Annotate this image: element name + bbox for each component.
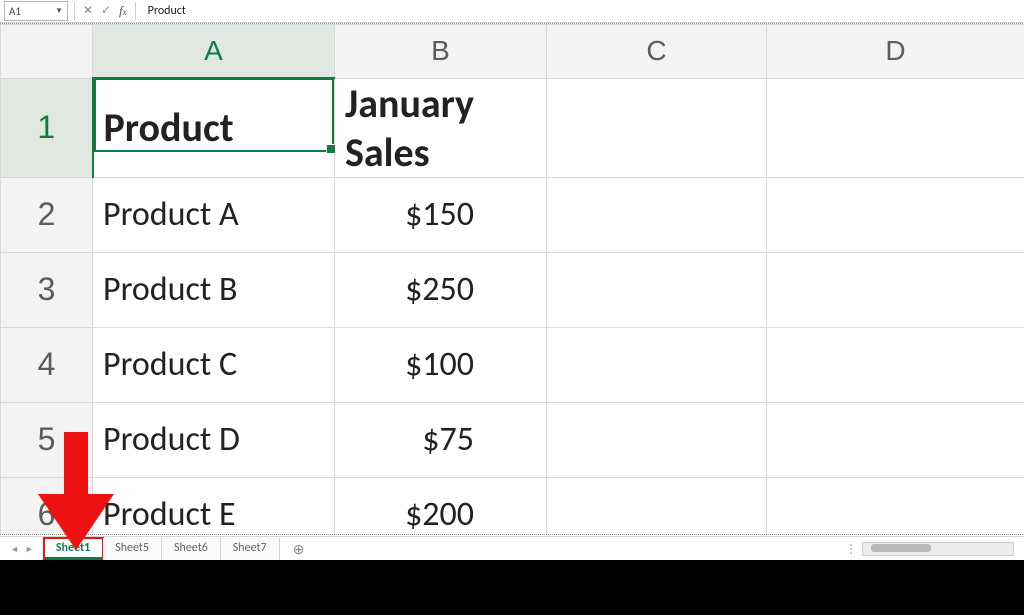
row-header-1[interactable]: 1 bbox=[1, 78, 93, 177]
row-header-4[interactable]: 4 bbox=[1, 327, 93, 402]
separator bbox=[135, 2, 136, 20]
cell-A6[interactable]: Product E bbox=[93, 477, 335, 534]
sheet-tab-3[interactable]: Sheet6 bbox=[162, 538, 221, 560]
cell-A5[interactable]: Product D bbox=[93, 402, 335, 477]
cell-D1[interactable] bbox=[767, 78, 1024, 177]
cell-A4[interactable]: Product C bbox=[93, 327, 335, 402]
spreadsheet-grid[interactable]: A B C D 1 Product January Sales 2 Produc… bbox=[0, 24, 1024, 534]
tab-next-icon[interactable]: ► bbox=[25, 544, 34, 555]
cell-C2[interactable] bbox=[547, 177, 767, 252]
sheet-tab-2[interactable]: Sheet5 bbox=[103, 538, 162, 560]
sheet-tab-1[interactable]: Sheet1 bbox=[44, 538, 103, 560]
formula-input[interactable]: Product bbox=[142, 4, 1020, 18]
cancel-icon[interactable]: ✕ bbox=[81, 4, 95, 18]
sheet-tabs: Sheet1 Sheet5 Sheet6 Sheet7 bbox=[44, 538, 280, 560]
confirm-icon[interactable]: ✓ bbox=[99, 4, 113, 18]
formula-bar: A1 ▼ ✕ ✓ fx Product bbox=[0, 0, 1024, 23]
cell-B2[interactable]: $150 bbox=[335, 177, 547, 252]
cell-B4[interactable]: $100 bbox=[335, 327, 547, 402]
separator bbox=[74, 2, 75, 20]
fx-icon[interactable]: fx bbox=[117, 3, 129, 19]
name-box[interactable]: A1 ▼ bbox=[4, 1, 68, 21]
cell-D5[interactable] bbox=[767, 402, 1024, 477]
horizontal-scrollbar[interactable] bbox=[862, 542, 1014, 556]
cell-A2[interactable]: Product A bbox=[93, 177, 335, 252]
column-header-C[interactable]: C bbox=[547, 25, 767, 79]
column-header-B[interactable]: B bbox=[335, 25, 547, 79]
cell-B3[interactable]: $250 bbox=[335, 252, 547, 327]
cell-D6[interactable] bbox=[767, 477, 1024, 534]
row-header-5[interactable]: 5 bbox=[1, 402, 93, 477]
cell-D4[interactable] bbox=[767, 327, 1024, 402]
tab-prev-icon[interactable]: ◄ bbox=[10, 544, 19, 555]
row-header-3[interactable]: 3 bbox=[1, 252, 93, 327]
cell-C1[interactable] bbox=[547, 78, 767, 177]
add-sheet-button[interactable]: ⊕ bbox=[280, 541, 310, 558]
cell-D3[interactable] bbox=[767, 252, 1024, 327]
sheet-tab-4[interactable]: Sheet7 bbox=[221, 538, 280, 560]
row-header-6[interactable]: 6 bbox=[1, 477, 93, 534]
name-box-value: A1 bbox=[9, 5, 21, 18]
column-header-D[interactable]: D bbox=[767, 25, 1024, 79]
more-options-icon[interactable]: ⋮ bbox=[845, 542, 862, 557]
column-header-A[interactable]: A bbox=[93, 25, 335, 79]
cell-C3[interactable] bbox=[547, 252, 767, 327]
bottom-black-bar bbox=[0, 560, 1024, 615]
cell-C4[interactable] bbox=[547, 327, 767, 402]
cell-C5[interactable] bbox=[547, 402, 767, 477]
cell-B1[interactable]: January Sales bbox=[335, 78, 547, 177]
cell-C6[interactable] bbox=[547, 477, 767, 534]
select-all-corner[interactable] bbox=[1, 25, 93, 79]
scrollbar-thumb[interactable] bbox=[871, 544, 931, 552]
chevron-down-icon[interactable]: ▼ bbox=[55, 6, 63, 16]
cell-A3[interactable]: Product B bbox=[93, 252, 335, 327]
cell-B5[interactable]: $75 bbox=[335, 402, 547, 477]
cell-D2[interactable] bbox=[767, 177, 1024, 252]
row-header-2[interactable]: 2 bbox=[1, 177, 93, 252]
tab-nav-arrows[interactable]: ◄ ► bbox=[0, 544, 44, 555]
cell-A1[interactable]: Product bbox=[93, 78, 335, 177]
cell-B6[interactable]: $200 bbox=[335, 477, 547, 534]
sheet-tab-strip: ◄ ► Sheet1 Sheet5 Sheet6 Sheet7 ⊕ ⋮ bbox=[0, 536, 1024, 561]
